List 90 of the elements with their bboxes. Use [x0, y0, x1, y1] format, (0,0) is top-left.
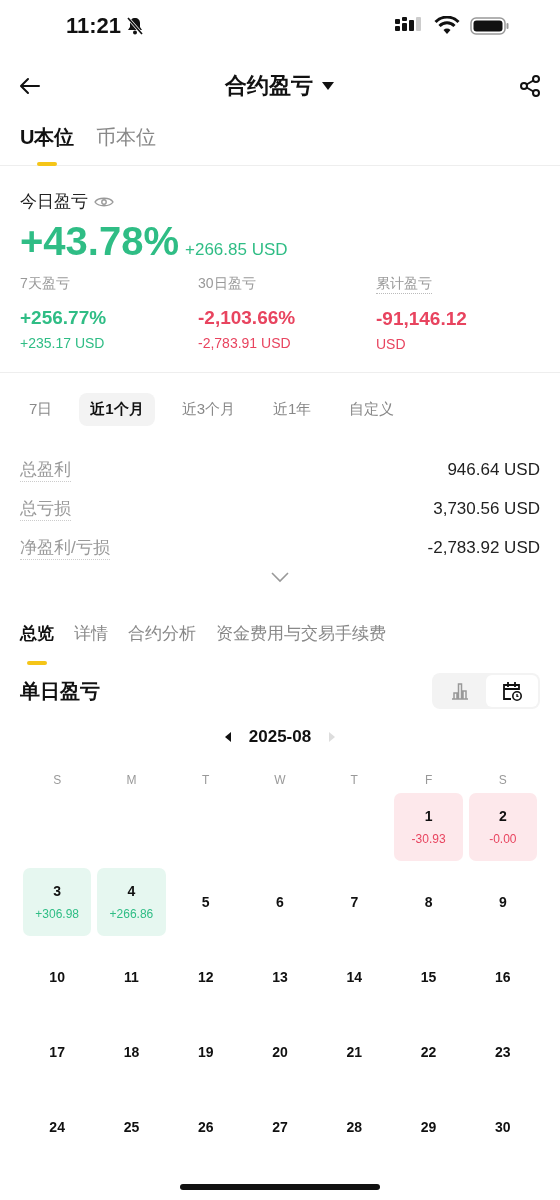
day-number[interactable]: 9: [498, 894, 507, 910]
stat-amount: +235.17 USD: [20, 335, 105, 351]
tab[interactable]: U本位: [20, 120, 75, 166]
day-number[interactable]: 7: [350, 894, 359, 910]
period-chip[interactable]: 自定义: [338, 393, 406, 426]
stat-label: 7天盈亏: [20, 275, 70, 293]
battery-icon: [470, 16, 510, 36]
weekday-label: M: [125, 773, 138, 787]
bar-chart-icon: [450, 681, 470, 701]
stat-value: -2,103.66%: [198, 307, 297, 329]
stat-value: +256.77%: [20, 307, 108, 329]
calendar-icon: [501, 680, 523, 702]
day-number[interactable]: 19: [197, 1044, 214, 1060]
day-number[interactable]: 29: [420, 1119, 437, 1135]
summary-label: 总盈利: [20, 457, 71, 482]
day-number[interactable]: 12: [197, 969, 214, 985]
day-number[interactable]: 11: [124, 969, 139, 985]
today-pnl-percent: +43.78%: [20, 219, 180, 264]
weekday-label: F: [423, 773, 434, 787]
summary-label: 净盈利/亏损: [20, 535, 110, 560]
day-number: 1: [424, 808, 433, 824]
day-number[interactable]: 30: [495, 1119, 511, 1135]
day-number[interactable]: 24: [49, 1119, 65, 1135]
day-number[interactable]: 20: [272, 1044, 288, 1060]
weekday-label: W: [273, 773, 287, 787]
weekday-label: T: [201, 773, 211, 787]
day-number[interactable]: 21: [346, 1044, 363, 1060]
day-cell[interactable]: 2 -0.00: [468, 793, 537, 861]
dropdown-caret-icon[interactable]: [321, 81, 335, 91]
day-number[interactable]: 15: [420, 969, 437, 985]
day-pnl: +306.98: [35, 907, 79, 921]
day-number[interactable]: 28: [346, 1119, 363, 1135]
today-pnl-amount: +266.85 USD: [185, 240, 288, 260]
period-chip[interactable]: 近3个月: [170, 393, 247, 426]
expand-chevron-icon[interactable]: [270, 571, 290, 583]
day-number[interactable]: 16: [495, 969, 511, 985]
stat-value: -91,146.12: [376, 308, 468, 330]
day-cell[interactable]: 4 +266.86: [97, 868, 166, 936]
tab[interactable]: 合约分析: [128, 613, 196, 665]
stat-label: 30日盈亏: [198, 275, 256, 293]
day-number[interactable]: 25: [123, 1119, 140, 1135]
share-icon: [518, 74, 542, 98]
summary-value: 3,730.56 USD: [433, 498, 540, 519]
period-chip[interactable]: 近1个月: [79, 393, 155, 426]
share-button[interactable]: [518, 74, 542, 98]
day-pnl: -30.93: [411, 832, 446, 846]
day-cell[interactable]: 3 +306.98: [23, 868, 92, 936]
today-pnl-label: 今日盈亏: [20, 191, 88, 213]
page-title[interactable]: 合约盈亏: [225, 71, 313, 101]
tab-indicator: [37, 162, 58, 166]
day-number[interactable]: 22: [420, 1044, 437, 1060]
stat-amount: -2,783.91 USD: [198, 335, 291, 351]
weekday-label: S: [497, 773, 508, 787]
clock-time: 11:21: [66, 13, 122, 39]
section-title: 单日盈亏: [20, 678, 100, 704]
day-number[interactable]: 26: [197, 1119, 214, 1135]
day-number[interactable]: 10: [49, 969, 65, 985]
wifi-icon: [434, 16, 460, 36]
day-number: 3: [53, 883, 62, 899]
day-cell[interactable]: 1 -30.93: [394, 793, 463, 861]
period-chip[interactable]: 近1年: [262, 393, 323, 426]
day-number[interactable]: 17: [49, 1044, 65, 1060]
tab-indicator: [27, 661, 47, 665]
day-pnl: -0.00: [489, 832, 517, 846]
summary-label: 总亏损: [20, 496, 71, 521]
weekday-label: S: [52, 773, 63, 787]
tab[interactable]: 资金费用与交易手续费: [216, 613, 386, 665]
day-number[interactable]: 23: [495, 1044, 511, 1060]
calendar-button[interactable]: [486, 675, 538, 707]
day-number[interactable]: 8: [424, 894, 433, 910]
stat-label: 累计盈亏: [376, 275, 432, 294]
tab[interactable]: 币本位: [96, 120, 157, 166]
day-number[interactable]: 5: [201, 894, 210, 910]
day-number[interactable]: 18: [123, 1044, 140, 1060]
day-number[interactable]: 13: [272, 969, 288, 985]
day-number[interactable]: 14: [346, 969, 363, 985]
day-pnl: +266.86: [109, 907, 154, 921]
day-number[interactable]: 6: [276, 894, 284, 910]
weekday-label: T: [349, 773, 359, 787]
tab[interactable]: 详情: [74, 613, 108, 665]
day-number: 2: [498, 808, 507, 824]
period-chip[interactable]: 7日: [18, 393, 64, 426]
summary-value: -2,783.92 USD: [427, 537, 540, 558]
summary-value: 946.64 USD: [447, 459, 540, 480]
day-number[interactable]: 27: [272, 1119, 288, 1135]
bell-muted-icon: [125, 16, 146, 36]
tab[interactable]: 总览: [20, 613, 54, 665]
stat-amount: USD: [376, 336, 406, 352]
month-label: 2025-08: [248, 727, 312, 747]
day-number: 4: [127, 883, 136, 899]
